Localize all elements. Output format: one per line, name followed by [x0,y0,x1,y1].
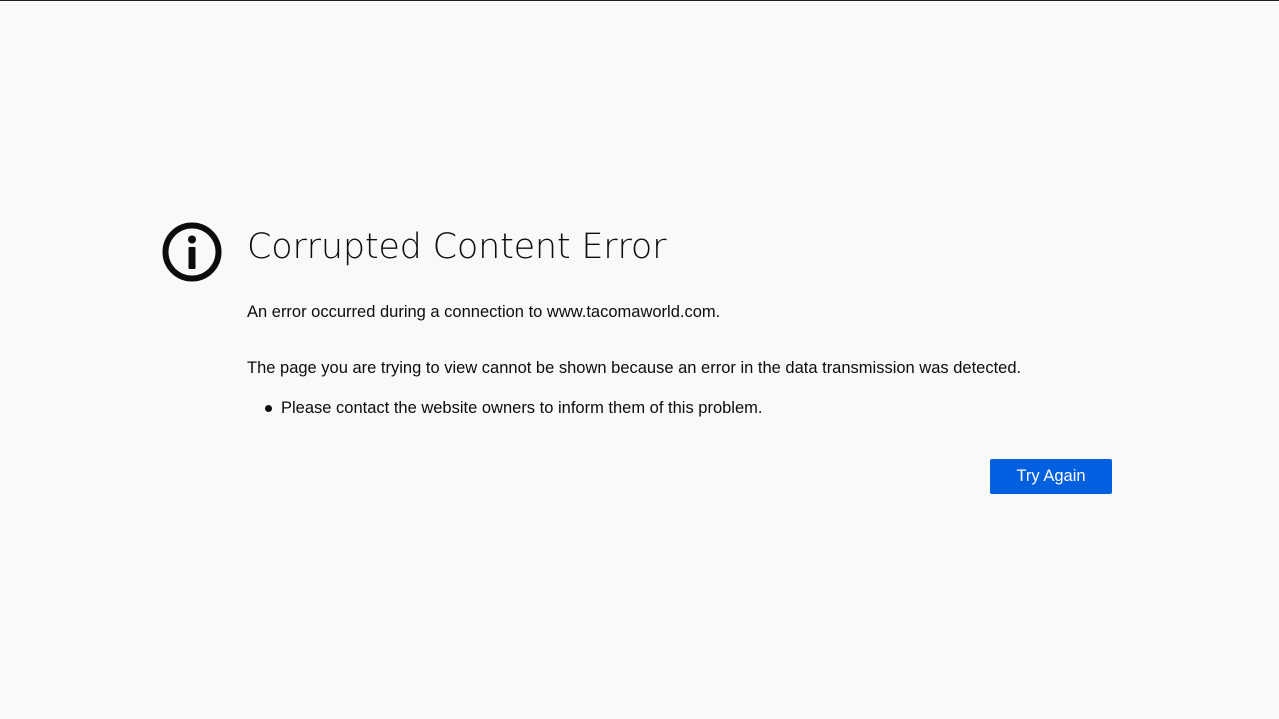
page-title: Corrupted Content Error [247,227,667,267]
bullet-icon [265,405,272,412]
info-icon [162,222,222,282]
error-content: Corrupted Content Error An error occurre… [247,221,1112,494]
error-intro-text: An error occurred during a connection to… [247,303,721,321]
suggestion-text: Please contact the website owners to inf… [281,399,763,417]
suggestion-list: Please contact the website owners to inf… [265,397,762,419]
try-again-button[interactable]: Try Again [990,459,1112,494]
list-item: Please contact the website owners to inf… [265,397,762,419]
error-description: The page you are trying to view cannot b… [247,359,1022,377]
